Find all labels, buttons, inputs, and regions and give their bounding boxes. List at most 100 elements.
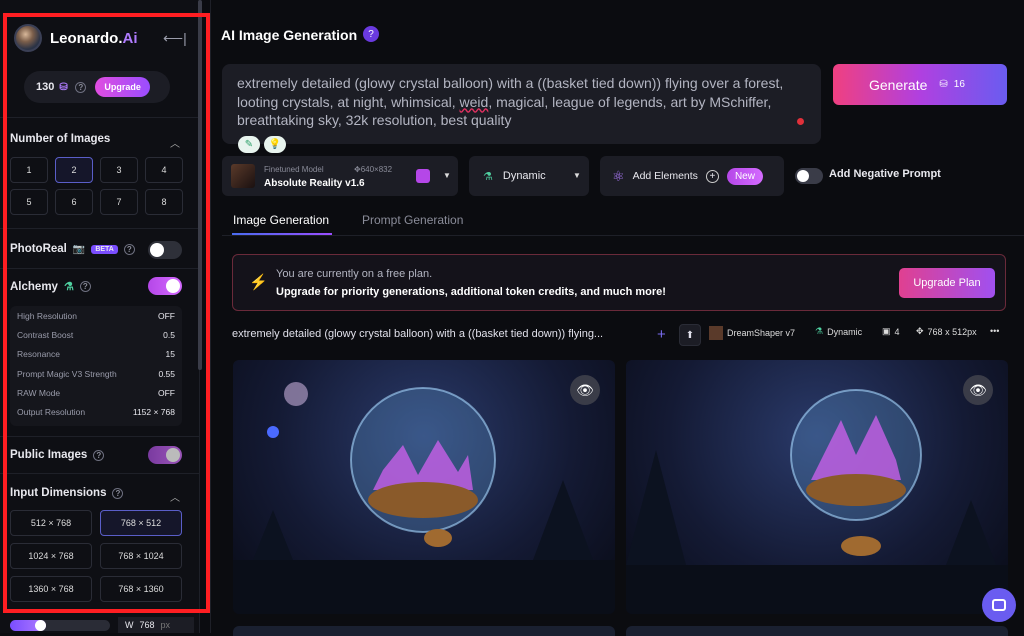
num-images-option-selected[interactable]: 2 bbox=[55, 157, 93, 183]
divider bbox=[0, 228, 200, 229]
chat-support-button[interactable] bbox=[982, 588, 1016, 622]
arrow-up-icon[interactable]: ⬆ bbox=[679, 324, 701, 346]
alchemy-toggle[interactable] bbox=[148, 277, 182, 295]
width-slider[interactable] bbox=[10, 620, 110, 631]
flask-icon: ⚗ bbox=[63, 281, 74, 293]
chevron-down-icon[interactable]: ▼ bbox=[443, 171, 451, 180]
alchemy-setting-row[interactable]: Contrast Boost 0.5 bbox=[10, 325, 182, 344]
slider-knob[interactable] bbox=[35, 620, 46, 631]
tab-image-generation[interactable]: Image Generation bbox=[233, 213, 329, 227]
negative-prompt-toggle[interactable] bbox=[795, 168, 823, 184]
help-icon[interactable]: ? bbox=[79, 281, 91, 292]
generation-prompt[interactable]: extremely detailed (glowy crystal balloo… bbox=[232, 328, 603, 340]
alchemy-setting-row[interactable]: Output Resolution 1152 × 768 bbox=[10, 402, 182, 421]
elements-label: Add Elements bbox=[632, 170, 698, 182]
dimension-option[interactable]: 768 × 1360 bbox=[100, 576, 182, 602]
num-images-option[interactable]: 1 bbox=[10, 157, 48, 183]
chevron-down-icon[interactable]: ▼ bbox=[573, 171, 581, 180]
num-images-option[interactable]: 7 bbox=[100, 189, 138, 215]
num-images-option[interactable]: 5 bbox=[10, 189, 48, 215]
balloon-illustration bbox=[626, 389, 1008, 614]
tab-prompt-generation[interactable]: Prompt Generation bbox=[362, 213, 463, 227]
upgrade-plan-button[interactable]: Upgrade Plan bbox=[899, 268, 995, 298]
setting-value: 0.55 bbox=[158, 368, 175, 379]
plus-icon[interactable]: + bbox=[705, 169, 719, 183]
alchemy-setting-row[interactable]: Prompt Magic V3 Strength 0.55 bbox=[10, 364, 182, 383]
public-images-label: Public Images bbox=[10, 449, 88, 461]
generate-button[interactable]: Generate ⛁ 16 bbox=[833, 64, 1007, 105]
num-images-option[interactable]: 4 bbox=[145, 157, 183, 183]
chip-text: DreamShaper v7 bbox=[727, 328, 796, 338]
help-icon[interactable]: ? bbox=[123, 243, 135, 255]
help-icon[interactable]: ? bbox=[112, 487, 124, 499]
chip-text: 4 bbox=[894, 326, 900, 337]
setting-value: 0.5 bbox=[163, 329, 175, 340]
dimension-option-selected[interactable]: 768 × 512 bbox=[100, 510, 182, 536]
eye-icon[interactable]: 👁 bbox=[963, 375, 993, 405]
avatar[interactable] bbox=[14, 24, 42, 52]
sidebar-scrollbar[interactable] bbox=[198, 0, 202, 370]
style-selector[interactable]: ⚗ Dynamic ▼ bbox=[469, 156, 589, 196]
help-icon[interactable]: ? bbox=[363, 26, 379, 42]
add-elements-button[interactable]: ⚛ Add Elements + New bbox=[600, 156, 784, 196]
eye-icon[interactable]: 👁 bbox=[570, 375, 600, 405]
dims-chip: ✥ 768 x 512px bbox=[916, 326, 977, 337]
alchemy-setting-row[interactable]: High Resolution OFF bbox=[10, 306, 182, 325]
generated-image[interactable] bbox=[626, 626, 1008, 636]
lightbulb-icon[interactable]: 💡 bbox=[264, 136, 286, 153]
count-chip: ▣ 4 bbox=[882, 326, 900, 337]
chat-icon bbox=[992, 599, 1006, 611]
dimension-option[interactable]: 1024 × 768 bbox=[10, 543, 92, 569]
model-dims: ✥640×832 bbox=[354, 165, 393, 174]
public-images-toggle[interactable] bbox=[148, 446, 182, 464]
chip-text: 768 x 512px bbox=[927, 326, 977, 337]
public-images-row: Public Images ? bbox=[10, 449, 105, 461]
alchemy-setting-row[interactable]: RAW Mode OFF bbox=[10, 383, 182, 402]
prompt-input[interactable]: extremely detailed (glowy crystal balloo… bbox=[222, 64, 821, 144]
coins-icon: ⛁ bbox=[939, 79, 948, 90]
dimension-option[interactable]: 1360 × 768 bbox=[10, 576, 92, 602]
width-value: 768 bbox=[139, 620, 155, 630]
divider bbox=[222, 235, 1024, 236]
flask-icon: ⚗ bbox=[483, 170, 493, 183]
alchemy-setting-row[interactable]: Resonance 15 bbox=[10, 345, 182, 364]
model-chip: DreamShaper v7 bbox=[709, 326, 795, 340]
num-images-option[interactable]: 6 bbox=[55, 189, 93, 215]
alchemy-label: Alchemy bbox=[10, 280, 58, 293]
generated-image[interactable]: 👁 bbox=[626, 360, 1008, 614]
num-images-option[interactable]: 3 bbox=[100, 157, 138, 183]
generated-image[interactable]: 👁 bbox=[233, 360, 615, 614]
chevron-up-icon[interactable]: ︿ bbox=[170, 135, 180, 150]
more-options-icon[interactable]: ••• bbox=[990, 326, 999, 336]
model-settings-icon[interactable] bbox=[416, 169, 430, 183]
section-title: Input Dimensions bbox=[10, 487, 107, 499]
logo[interactable]: Leonardo.Ai bbox=[14, 24, 138, 52]
alchemy-settings[interactable]: High Resolution OFF Contrast Boost 0.5 Res… bbox=[10, 306, 182, 426]
plus-icon[interactable]: + bbox=[657, 326, 666, 343]
camera-icon: 📷 bbox=[72, 243, 86, 255]
upgrade-button[interactable]: Upgrade bbox=[95, 77, 150, 97]
photoreal-toggle[interactable] bbox=[148, 241, 182, 259]
divider bbox=[0, 117, 200, 118]
input-dimensions-heading: Input Dimensions ? bbox=[10, 487, 124, 499]
banner-line1: You are currently on a free plan. bbox=[276, 268, 433, 280]
model-thumb-icon bbox=[709, 326, 723, 340]
style-label: Dynamic bbox=[502, 170, 546, 182]
chevron-up-icon[interactable]: ︿ bbox=[170, 489, 180, 504]
help-icon[interactable]: ? bbox=[93, 449, 105, 461]
num-images-option[interactable]: 8 bbox=[145, 189, 183, 215]
dimensions-grid: 512 × 768 768 × 512 1024 × 768 768 × 102… bbox=[10, 510, 182, 602]
magic-wand-icon[interactable]: ✎ bbox=[238, 136, 260, 153]
generated-image[interactable] bbox=[233, 626, 615, 636]
width-input[interactable]: W 768 px bbox=[118, 617, 194, 633]
beta-badge: BETA bbox=[91, 244, 118, 254]
collapse-sidebar-icon[interactable]: ⟵| bbox=[163, 30, 187, 47]
help-icon[interactable]: ? bbox=[75, 81, 87, 93]
setting-label: RAW Mode bbox=[17, 387, 61, 398]
balloon-illustration bbox=[233, 382, 615, 614]
setting-value: OFF bbox=[158, 387, 175, 398]
model-selector[interactable]: Finetuned Model ✥640×832 Absolute Realit… bbox=[222, 156, 458, 196]
dimension-option[interactable]: 768 × 1024 bbox=[100, 543, 182, 569]
logo-suffix: Ai bbox=[122, 29, 138, 47]
dimension-option[interactable]: 512 × 768 bbox=[10, 510, 92, 536]
